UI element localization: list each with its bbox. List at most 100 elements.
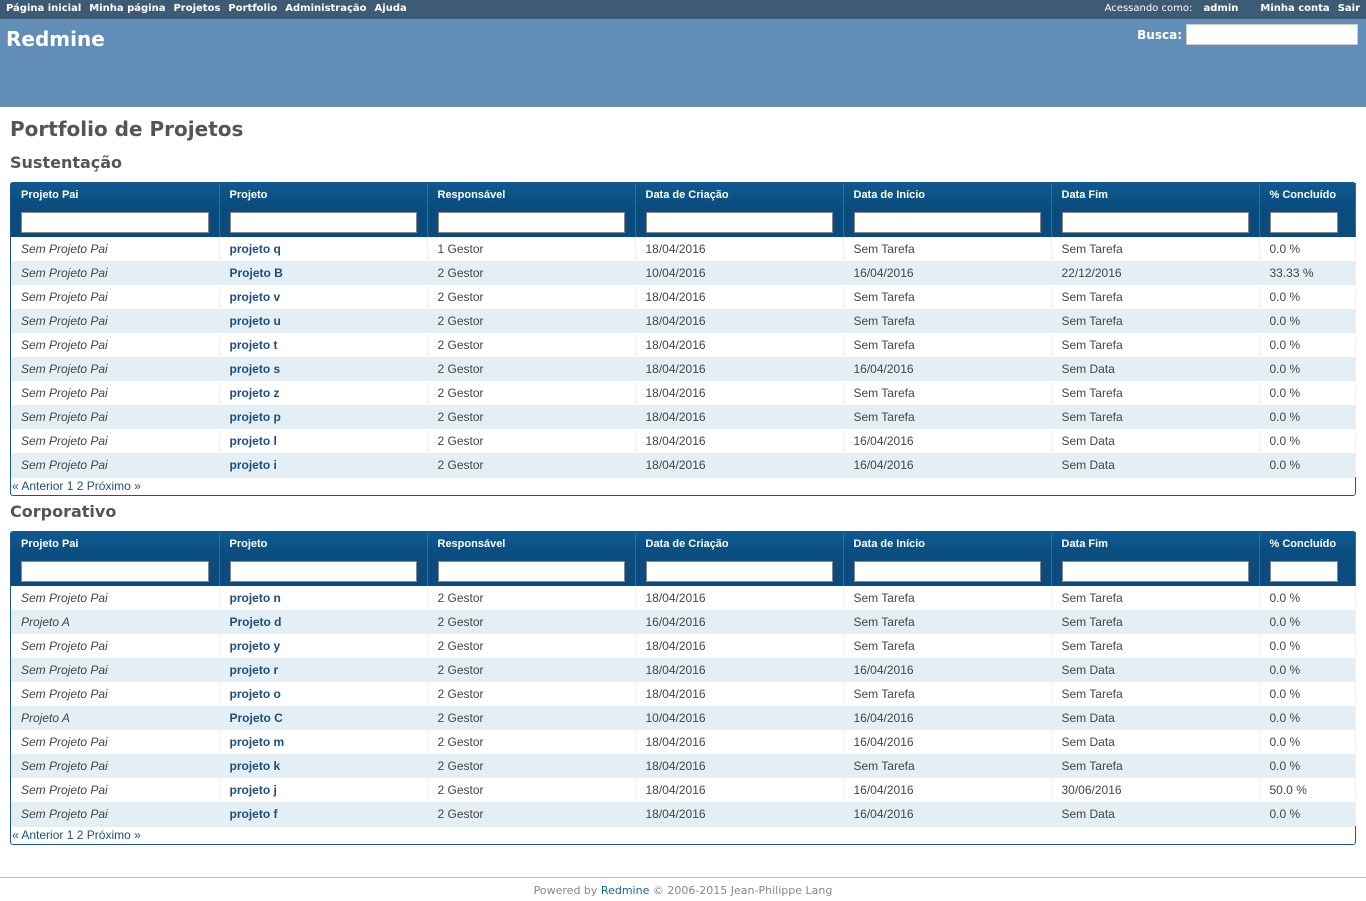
filter-input-project[interactable]	[229, 211, 417, 233]
pagination-previous[interactable]: « Anterior	[12, 828, 63, 842]
cell-done: 0.0 %	[1259, 658, 1356, 682]
table-row: Sem Projeto Pai projeto m 2 Gestor 18/04/20…	[11, 730, 1356, 754]
cell-parent: Sem Projeto Pai	[11, 405, 220, 429]
pagination-next[interactable]: Próximo »	[87, 479, 141, 493]
column-header-end[interactable]: Data Fim	[1051, 183, 1260, 207]
project-link[interactable]: projeto i	[230, 458, 277, 472]
filter-input-parent[interactable]	[21, 211, 209, 233]
column-header-parent[interactable]: Projeto Pai	[11, 532, 220, 556]
filter-input-end[interactable]	[1061, 211, 1249, 233]
cell-start: Sem Tarefa	[843, 285, 1052, 309]
project-link[interactable]: projeto q	[230, 242, 281, 256]
menu-my-page-link[interactable]: Minha página	[89, 3, 165, 14]
filter-input-done[interactable]	[1269, 211, 1338, 233]
filter-input-created[interactable]	[645, 211, 833, 233]
portfolio-group: Sustentação Projeto Pai Projeto Responsável…	[10, 153, 1356, 496]
project-link[interactable]: projeto l	[230, 434, 277, 448]
project-link[interactable]: projeto z	[230, 386, 280, 400]
pagination-previous[interactable]: « Anterior	[12, 479, 63, 493]
cell-done: 0.0 %	[1259, 333, 1356, 357]
pagination-page-2[interactable]: 2	[77, 828, 84, 842]
filter-input-owner[interactable]	[437, 211, 625, 233]
project-link[interactable]: projeto y	[230, 639, 281, 653]
cell-created: 18/04/2016	[635, 309, 844, 333]
table-row: Sem Projeto Pai projeto l 2 Gestor 18/04/20…	[11, 429, 1356, 453]
cell-created: 10/04/2016	[635, 706, 844, 730]
cell-owner: 2 Gestor	[427, 453, 636, 477]
project-link[interactable]: projeto s	[230, 362, 281, 376]
cell-end: Sem Tarefa	[1051, 405, 1260, 429]
column-header-created[interactable]: Data de Criação	[635, 183, 844, 207]
cell-done: 0.0 %	[1259, 682, 1356, 706]
cell-done: 0.0 %	[1259, 309, 1356, 333]
portfolio-table-wrapper: Projeto Pai Projeto Responsável Data de Cri…	[10, 531, 1356, 845]
column-header-start[interactable]: Data de Início	[843, 183, 1052, 207]
project-link[interactable]: Projeto B	[230, 266, 283, 280]
column-header-project[interactable]: Projeto	[219, 183, 428, 207]
menu-projects-link[interactable]: Projetos	[173, 3, 220, 14]
portfolio-group: Corporativo Projeto Pai Projeto Responsável…	[10, 502, 1356, 845]
my-account-link[interactable]: Minha conta	[1260, 0, 1329, 17]
column-header-done[interactable]: % Concluído	[1259, 532, 1356, 556]
cell-parent: Sem Projeto Pai	[11, 586, 220, 610]
group-title: Sustentação	[10, 153, 123, 172]
project-link[interactable]: projeto p	[230, 410, 281, 424]
project-link[interactable]: projeto r	[230, 663, 279, 677]
cell-created: 18/04/2016	[635, 586, 844, 610]
cell-parent: Projeto A	[11, 610, 220, 634]
column-header-project[interactable]: Projeto	[219, 532, 428, 556]
pagination-page-1[interactable]: 1	[67, 479, 74, 493]
filter-input-project[interactable]	[229, 560, 417, 582]
column-header-end[interactable]: Data Fim	[1051, 532, 1260, 556]
footer-redmine-link[interactable]: Redmine	[601, 884, 649, 897]
menu-home-link[interactable]: Página inicial	[6, 3, 81, 14]
column-header-done[interactable]: % Concluído	[1259, 183, 1356, 207]
filter-input-start[interactable]	[853, 211, 1041, 233]
cell-start: Sem Tarefa	[843, 309, 1052, 333]
filter-input-start[interactable]	[853, 560, 1041, 582]
menu-portfolio-link[interactable]: Portfolio	[228, 3, 277, 14]
cell-done: 0.0 %	[1259, 429, 1356, 453]
cell-project: projeto u	[219, 309, 428, 333]
menu-administration-link[interactable]: Administração	[285, 3, 366, 14]
project-link[interactable]: projeto j	[230, 783, 277, 797]
project-link[interactable]: projeto m	[230, 735, 285, 749]
project-link[interactable]: projeto k	[230, 759, 281, 773]
project-link[interactable]: projeto t	[230, 338, 278, 352]
column-header-owner[interactable]: Responsável	[427, 532, 636, 556]
project-link[interactable]: projeto u	[230, 314, 281, 328]
cell-parent: Sem Projeto Pai	[11, 634, 220, 658]
cell-end: Sem Tarefa	[1051, 333, 1260, 357]
filter-input-created[interactable]	[645, 560, 833, 582]
cell-owner: 2 Gestor	[427, 381, 636, 405]
cell-end: Sem Data	[1051, 429, 1260, 453]
project-link[interactable]: projeto n	[230, 591, 281, 605]
project-link[interactable]: projeto f	[230, 807, 278, 821]
filter-input-done[interactable]	[1269, 560, 1338, 582]
table-row: Sem Projeto Pai Projeto B 2 Gestor 10/04/20…	[11, 261, 1356, 285]
cell-end: Sem Data	[1051, 802, 1260, 826]
logged-user-link[interactable]: admin	[1204, 3, 1239, 14]
header-row: Projeto Pai Projeto Responsável Data de Cri…	[11, 183, 1356, 207]
cell-owner: 2 Gestor	[427, 610, 636, 634]
pagination-next[interactable]: Próximo »	[87, 828, 141, 842]
filter-input-owner[interactable]	[437, 560, 625, 582]
logout-link[interactable]: Sair	[1338, 0, 1360, 17]
pagination-page-1[interactable]: 1	[67, 828, 74, 842]
pagination-page-2[interactable]: 2	[77, 479, 84, 493]
filter-input-end[interactable]	[1061, 560, 1249, 582]
column-header-owner[interactable]: Responsável	[427, 183, 636, 207]
menu-help-link[interactable]: Ajuda	[375, 3, 407, 14]
project-link[interactable]: projeto v	[230, 290, 281, 304]
column-header-start[interactable]: Data de Início	[843, 532, 1052, 556]
page-title: Portfolio de Projetos	[10, 117, 244, 141]
filter-input-parent[interactable]	[21, 560, 209, 582]
project-link[interactable]: Projeto C	[230, 711, 283, 725]
column-header-created[interactable]: Data de Criação	[635, 532, 844, 556]
project-link[interactable]: projeto o	[230, 687, 281, 701]
column-header-parent[interactable]: Projeto Pai	[11, 183, 220, 207]
logged-as-label: Acessando como:	[1104, 3, 1193, 14]
project-link[interactable]: Projeto d	[230, 615, 282, 629]
cell-owner: 2 Gestor	[427, 309, 636, 333]
search-input[interactable]	[1186, 24, 1358, 45]
